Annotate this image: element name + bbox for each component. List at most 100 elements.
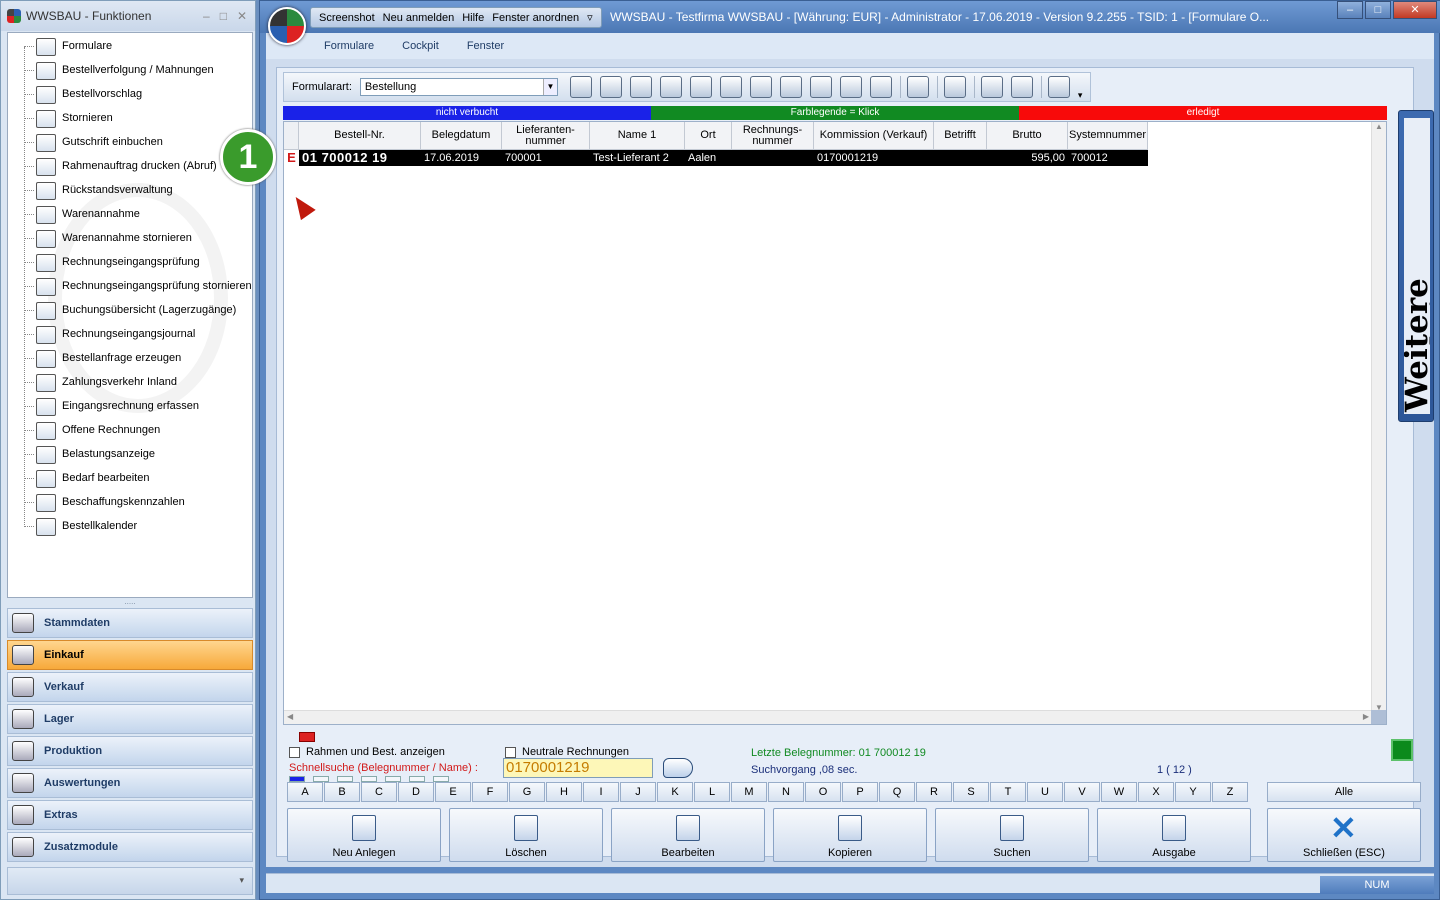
tree-item[interactable]: Eingangsrechnung erfassen: [8, 395, 252, 419]
nav-auswertungen[interactable]: Auswertungen: [7, 768, 253, 798]
column-header[interactable]: Belegdatum: [421, 122, 502, 150]
nav-zusatzmodule[interactable]: Zusatzmodule: [7, 832, 253, 862]
alpha-button-q[interactable]: Q: [879, 782, 915, 802]
tree-item[interactable]: Gutschrift einbuchen: [8, 131, 252, 155]
tree-item[interactable]: Warenannahme stornieren: [8, 227, 252, 251]
rahmen-checkbox[interactable]: [289, 746, 300, 758]
löschen-button[interactable]: Löschen: [449, 808, 603, 862]
tree-item[interactable]: Rechnungseingangsprüfung stornieren: [8, 275, 252, 299]
pointing-hand-icon[interactable]: [663, 758, 693, 778]
tree-item[interactable]: Bestellanfrage erzeugen: [8, 347, 252, 371]
schließen-esc-button[interactable]: ✕ Schließen (ESC): [1267, 808, 1421, 862]
tree-item[interactable]: Beschaffungskennzahlen: [8, 491, 252, 515]
suchen-button[interactable]: Suchen: [935, 808, 1089, 862]
menu-fenster[interactable]: Fenster: [467, 40, 504, 52]
alpha-button-d[interactable]: D: [398, 782, 434, 802]
main-maximize-button[interactable]: □: [1365, 1, 1391, 19]
table-row[interactable]: E 01 700012 19 17.06.2019 700001 Test-Li…: [284, 150, 1148, 166]
tree-item[interactable]: Zahlungsverkehr Inland: [8, 371, 252, 395]
qa-screenshot[interactable]: Screenshot: [319, 12, 375, 24]
neu-anlegen-button[interactable]: Neu Anlegen: [287, 808, 441, 862]
app-orb-logo-icon[interactable]: [268, 7, 306, 45]
alpha-button-i[interactable]: I: [583, 782, 619, 802]
column-header[interactable]: Ort: [685, 122, 732, 150]
column-header[interactable]: Lieferanten- nummer: [502, 122, 590, 150]
cell-systemnummer[interactable]: 700012: [1068, 150, 1148, 166]
alpha-button-f[interactable]: F: [472, 782, 508, 802]
alpha-button-r[interactable]: R: [916, 782, 952, 802]
main-close-button[interactable]: ✕: [1393, 1, 1437, 19]
column-header[interactable]: Kommission (Verkauf): [814, 122, 934, 150]
rahmen-checkbox-row[interactable]: Rahmen und Best. anzeigen: [289, 746, 445, 758]
panel-splitter[interactable]: .....: [7, 598, 253, 606]
qa-hilfe[interactable]: Hilfe: [462, 12, 484, 24]
tree-item[interactable]: Bedarf bearbeiten: [8, 467, 252, 491]
scroll-up-icon[interactable]: ▲: [1372, 122, 1386, 131]
scroll-left-icon[interactable]: ◀: [287, 712, 293, 721]
ausgabe-button[interactable]: Ausgabe: [1097, 808, 1251, 862]
column-header[interactable]: Brutto: [987, 122, 1068, 150]
tree-item[interactable]: Offene Rechnungen: [8, 419, 252, 443]
column-header[interactable]: Bestell-Nr.: [299, 122, 421, 150]
tree-item[interactable]: Belastungsanzeige: [8, 443, 252, 467]
tree-item[interactable]: Bestellverfolgung / Mahnungen: [8, 59, 252, 83]
basket-icon[interactable]: [1047, 76, 1070, 98]
legend-erledigt[interactable]: erledigt: [1019, 106, 1387, 120]
tree-item[interactable]: Formulare: [8, 35, 252, 59]
qa-fenster-anordnen[interactable]: Fenster anordnen: [492, 12, 579, 24]
bearbeiten-button[interactable]: Bearbeiten: [611, 808, 765, 862]
cell-betrifft[interactable]: [934, 150, 987, 166]
weitere-funktionen-label[interactable]: Weitere Funktionen: [1404, 118, 1430, 414]
alpha-button-b[interactable]: B: [324, 782, 360, 802]
nav-produktion[interactable]: Produktion: [7, 736, 253, 766]
legend-farblegende[interactable]: Farblegende = Klick: [651, 106, 1019, 120]
maximize-button[interactable]: □: [220, 9, 227, 23]
functions-titlebar[interactable]: WWSBAU - Funktionen – □ ✕: [1, 1, 255, 31]
tree-item[interactable]: Bestellvorschlag: [8, 83, 252, 107]
nav-einkauf[interactable]: Einkauf: [7, 640, 253, 670]
vertical-scrollbar[interactable]: ▲ ▼: [1371, 122, 1386, 712]
cell-rechnungsnummer[interactable]: [732, 150, 814, 166]
menu-formulare[interactable]: Formulare: [324, 40, 374, 52]
alpha-button-n[interactable]: N: [768, 782, 804, 802]
alpha-button-m[interactable]: M: [731, 782, 767, 802]
alpha-button-v[interactable]: V: [1064, 782, 1100, 802]
alpha-button-z[interactable]: Z: [1212, 782, 1248, 802]
alpha-button-c[interactable]: C: [361, 782, 397, 802]
alpha-button-o[interactable]: O: [805, 782, 841, 802]
kopieren-button[interactable]: Kopieren: [773, 808, 927, 862]
alpha-button-a[interactable]: A: [287, 782, 323, 802]
qa-neu-anmelden[interactable]: Neu anmelden: [383, 12, 455, 24]
cart-transfer-icon[interactable]: [809, 76, 832, 98]
status-indicator[interactable]: [1391, 739, 1413, 761]
book-cancel-icon[interactable]: [779, 76, 802, 98]
pen-edit-icon[interactable]: [599, 76, 622, 98]
alpha-button-l[interactable]: L: [694, 782, 730, 802]
main-minimize-button[interactable]: –: [1337, 1, 1363, 19]
alpha-button-y[interactable]: Y: [1175, 782, 1211, 802]
nav-lager[interactable]: Lager: [7, 704, 253, 734]
euro-check-icon[interactable]: [659, 76, 682, 98]
close-button[interactable]: ✕: [237, 9, 247, 23]
alpha-button-w[interactable]: W: [1101, 782, 1137, 802]
tree-item[interactable]: Warenannahme: [8, 203, 252, 227]
alpha-button-p[interactable]: P: [842, 782, 878, 802]
alpha-button-s[interactable]: S: [953, 782, 989, 802]
cell-lieferantennummer[interactable]: 700001: [502, 150, 590, 166]
neutrale-checkbox[interactable]: [505, 746, 516, 758]
cell-ort[interactable]: Aalen: [685, 150, 732, 166]
menu-cockpit[interactable]: Cockpit: [402, 40, 439, 52]
alpha-button-g[interactable]: G: [509, 782, 545, 802]
window-icon[interactable]: [1010, 76, 1033, 98]
cart-lock2-icon[interactable]: [749, 76, 772, 98]
tree-item[interactable]: Bestellkalender: [8, 515, 252, 539]
schnellsuche-input[interactable]: 0170001219: [503, 758, 653, 778]
scroll-right-icon[interactable]: ▶: [1363, 712, 1369, 721]
nav-extras[interactable]: Extras: [7, 800, 253, 830]
legend-nicht-verbucht[interactable]: nicht verbucht: [283, 106, 651, 120]
column-header[interactable]: Rechnungs- nummer: [732, 122, 814, 150]
formularart-select[interactable]: Bestellung ▼: [359, 78, 558, 96]
main-titlebar[interactable]: Screenshot Neu anmelden Hilfe Fenster an…: [260, 1, 1440, 33]
cell-name1[interactable]: Test-Lieferant 2: [590, 150, 685, 166]
nav-overflow-button[interactable]: ▾: [7, 867, 253, 895]
